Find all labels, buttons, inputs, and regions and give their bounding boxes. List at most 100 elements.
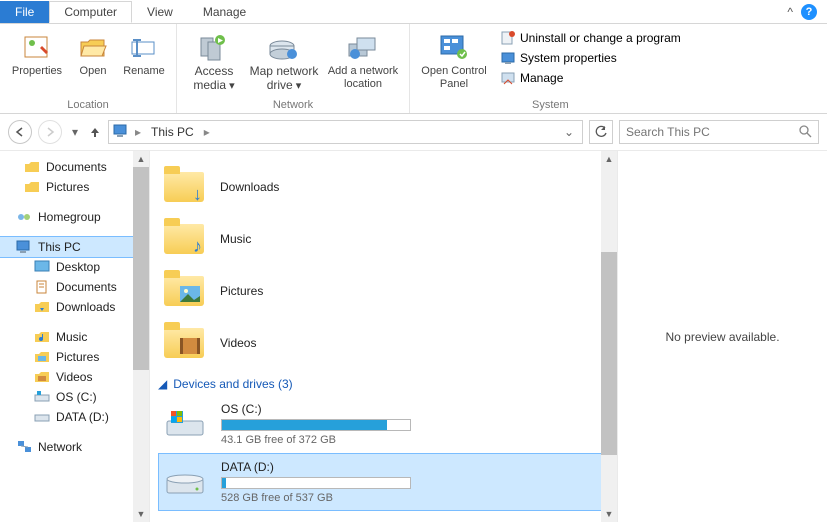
nav-item-pictures-2[interactable]: Pictures bbox=[0, 347, 149, 367]
folder-videos[interactable]: Videos bbox=[158, 317, 609, 369]
system-properties-button[interactable]: System properties bbox=[496, 48, 685, 68]
scroll-thumb[interactable] bbox=[601, 252, 617, 455]
map-network-drive-button[interactable]: Map network drive ▾ bbox=[245, 28, 323, 96]
nav-item-data-d[interactable]: DATA (D:) bbox=[0, 407, 149, 427]
manage-icon bbox=[500, 70, 516, 86]
search-box[interactable] bbox=[619, 120, 819, 144]
nav-item-videos[interactable]: Videos bbox=[0, 367, 149, 387]
breadcrumb-this-pc[interactable]: This PC bbox=[147, 123, 198, 141]
address-dropdown-icon[interactable]: ⌄ bbox=[560, 125, 578, 139]
drive-usage-bar bbox=[221, 419, 411, 431]
refresh-button[interactable] bbox=[589, 120, 613, 144]
breadcrumb-sep-icon[interactable]: ▸ bbox=[202, 125, 212, 139]
nav-back-button[interactable] bbox=[8, 120, 32, 144]
scroll-down-icon[interactable]: ▼ bbox=[133, 506, 149, 522]
devices-section-header[interactable]: ◢ Devices and drives (3) bbox=[158, 369, 609, 395]
content-scrollbar[interactable]: ▲ ▼ bbox=[601, 151, 617, 522]
drive-data-d[interactable]: DATA (D:) 528 GB free of 537 GB bbox=[158, 453, 609, 511]
folder-icon bbox=[162, 271, 206, 311]
folder-downloads[interactable]: ↓ Downloads bbox=[158, 161, 609, 213]
drive-os-c[interactable]: OS (C:) 43.1 GB free of 372 GB bbox=[158, 395, 609, 453]
nav-label: Documents bbox=[56, 280, 117, 294]
nav-item-network[interactable]: Network bbox=[0, 437, 149, 457]
rename-button[interactable]: Rename bbox=[118, 28, 170, 96]
folder-icon bbox=[24, 159, 40, 175]
open-control-panel-button[interactable]: Open Control Panel bbox=[416, 28, 492, 96]
drive-icon bbox=[34, 389, 50, 405]
rename-icon bbox=[128, 31, 160, 63]
tab-view[interactable]: View bbox=[132, 1, 188, 23]
folder-pictures[interactable]: Pictures bbox=[158, 265, 609, 317]
control-panel-icon bbox=[438, 31, 470, 63]
help-icon[interactable]: ? bbox=[801, 4, 817, 20]
nav-up-button[interactable] bbox=[88, 125, 102, 139]
properties-label: Properties bbox=[12, 65, 62, 93]
this-pc-icon bbox=[113, 123, 129, 142]
folder-music[interactable]: ♪ Music bbox=[158, 213, 609, 265]
manage-button[interactable]: Manage bbox=[496, 68, 685, 88]
manage-label: Manage bbox=[520, 71, 563, 85]
content-pane: ↓ Downloads ♪ Music Pictures bbox=[150, 151, 617, 522]
preview-pane: No preview available. bbox=[617, 151, 827, 522]
tab-manage[interactable]: Manage bbox=[188, 1, 261, 23]
search-input[interactable] bbox=[626, 125, 798, 139]
nav-scrollbar[interactable]: ▲ ▼ bbox=[133, 151, 149, 522]
scroll-thumb[interactable] bbox=[133, 167, 149, 370]
folder-label: Music bbox=[220, 232, 251, 246]
access-media-label: Access media ▾ bbox=[185, 65, 243, 93]
open-cp-label: Open Control Panel bbox=[418, 65, 490, 93]
section-label: Devices and drives (3) bbox=[173, 377, 292, 391]
access-media-button[interactable]: Access media ▾ bbox=[183, 28, 245, 96]
minimize-ribbon-icon[interactable]: ^ bbox=[787, 5, 793, 19]
properties-button[interactable]: Properties bbox=[6, 28, 68, 96]
nav-label: OS (C:) bbox=[56, 390, 97, 404]
nav-label: Documents bbox=[46, 160, 107, 174]
nav-item-documents-2[interactable]: Documents bbox=[0, 277, 149, 297]
nav-item-this-pc[interactable]: This PC bbox=[0, 237, 149, 257]
nav-item-pictures[interactable]: Pictures bbox=[0, 177, 149, 197]
scroll-down-icon[interactable]: ▼ bbox=[601, 506, 617, 522]
drive-name: DATA (D:) bbox=[221, 460, 421, 474]
nav-label: Homegroup bbox=[38, 210, 101, 224]
scroll-up-icon[interactable]: ▲ bbox=[601, 151, 617, 167]
uninstall-icon bbox=[500, 30, 516, 46]
folder-icon: ↓ bbox=[162, 167, 206, 207]
nav-item-homegroup[interactable]: Homegroup bbox=[0, 207, 149, 227]
nav-item-downloads[interactable]: Downloads bbox=[0, 297, 149, 317]
breadcrumb-sep-icon[interactable]: ▸ bbox=[133, 125, 143, 139]
download-overlay-icon: ↓ bbox=[193, 184, 202, 205]
nav-item-documents[interactable]: Documents bbox=[0, 157, 149, 177]
nav-label: Network bbox=[38, 440, 82, 454]
nav-item-music[interactable]: Music bbox=[0, 327, 149, 347]
tab-file[interactable]: File bbox=[0, 1, 49, 23]
sys-props-label: System properties bbox=[520, 51, 617, 65]
documents-icon bbox=[34, 279, 50, 295]
network-group-label: Network bbox=[273, 96, 313, 111]
access-media-icon bbox=[198, 31, 230, 63]
open-button[interactable]: Open bbox=[68, 28, 118, 96]
nav-label: DATA (D:) bbox=[56, 410, 109, 424]
arrow-left-icon bbox=[14, 126, 26, 138]
folder-icon: ♪ bbox=[162, 219, 206, 259]
nav-label: Music bbox=[56, 330, 87, 344]
folder-label: Pictures bbox=[220, 284, 263, 298]
tab-computer[interactable]: Computer bbox=[49, 1, 132, 23]
nav-history-dropdown[interactable]: ▾ bbox=[68, 125, 82, 139]
address-bar[interactable]: ▸ This PC ▸ ⌄ bbox=[108, 120, 583, 144]
homegroup-icon bbox=[16, 209, 32, 225]
rename-label: Rename bbox=[123, 65, 165, 93]
nav-item-os-c[interactable]: OS (C:) bbox=[0, 387, 149, 407]
uninstall-program-button[interactable]: Uninstall or change a program bbox=[496, 28, 685, 48]
nav-forward-button[interactable] bbox=[38, 120, 62, 144]
nav-label: Pictures bbox=[46, 180, 89, 194]
video-overlay-icon bbox=[180, 338, 200, 359]
add-network-location-button[interactable]: Add a network location bbox=[323, 28, 403, 96]
preview-message: No preview available. bbox=[665, 330, 779, 344]
uninstall-label: Uninstall or change a program bbox=[520, 31, 681, 45]
search-icon[interactable] bbox=[798, 124, 812, 141]
nav-item-desktop[interactable]: Desktop bbox=[0, 257, 149, 277]
open-label: Open bbox=[80, 65, 107, 93]
folder-label: Downloads bbox=[220, 180, 279, 194]
scroll-up-icon[interactable]: ▲ bbox=[133, 151, 149, 167]
map-drive-icon bbox=[268, 31, 300, 63]
